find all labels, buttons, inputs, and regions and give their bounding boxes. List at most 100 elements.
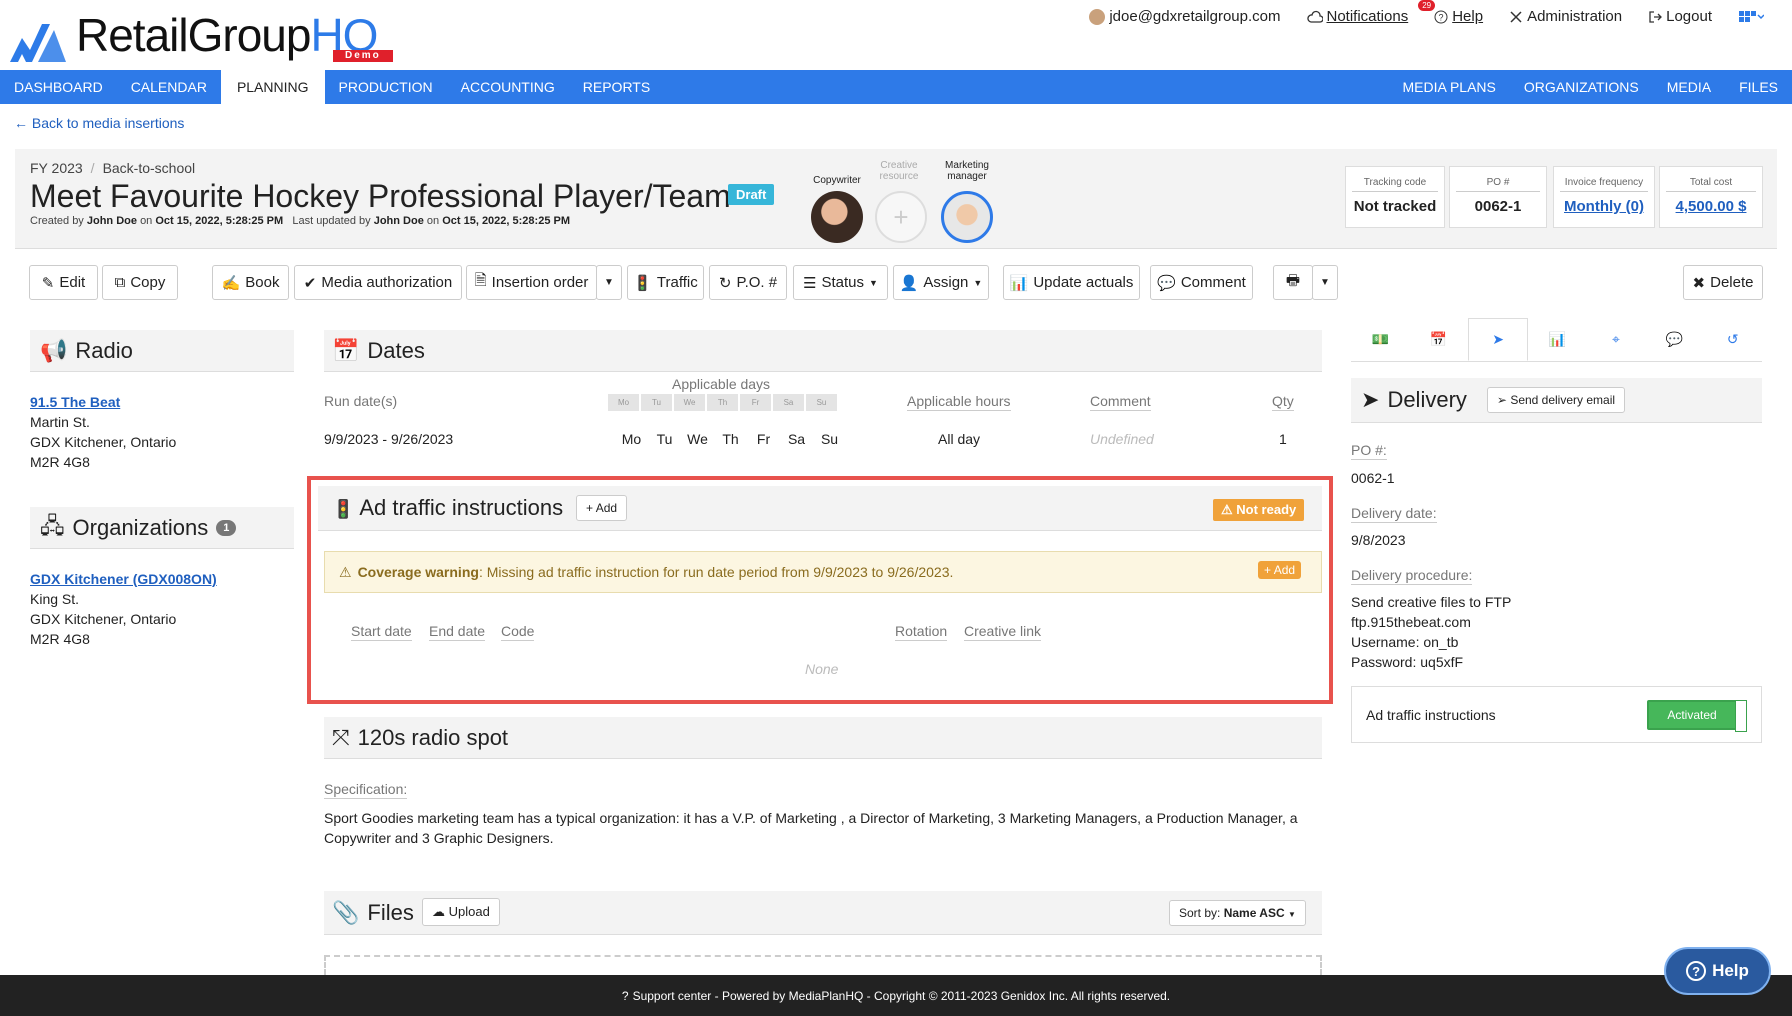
- help-floating-button[interactable]: ? Help: [1664, 947, 1771, 995]
- send-delivery-email-button[interactable]: ➢ Send delivery email: [1486, 387, 1626, 413]
- user-menu[interactable]: jdoe@gdxretailgroup.com: [1089, 8, 1281, 25]
- tab-money[interactable]: 💵: [1351, 318, 1409, 361]
- station-link[interactable]: 91.5 The Beat: [30, 392, 176, 412]
- marketing-manager-avatar[interactable]: [941, 191, 993, 243]
- demo-badge: Demo: [333, 50, 393, 62]
- cloud-upload-icon: ☁: [432, 904, 445, 919]
- upload-button[interactable]: ☁ Upload: [422, 898, 500, 926]
- add-coverage-button[interactable]: + Add: [1258, 561, 1302, 579]
- file-dropzone[interactable]: [324, 955, 1322, 975]
- applicable-hours-value: All day: [938, 431, 981, 447]
- breadcrumb: FY 2023/Back-to-school: [30, 160, 196, 176]
- document-icon: 🗎: [474, 272, 487, 289]
- pencil-icon: ✎: [41, 274, 55, 292]
- paper-plane-icon: ➢: [1496, 393, 1507, 407]
- comment-value: Undefined: [1090, 431, 1154, 447]
- book-button[interactable]: ✍ Book: [212, 265, 289, 300]
- copywriter-avatar[interactable]: [811, 191, 863, 243]
- warning-icon: ⚠: [1221, 502, 1233, 517]
- stat-invoice-frequency[interactable]: Invoice frequency Monthly (0): [1553, 166, 1655, 228]
- ad-traffic-toggle-label: Ad traffic instructions: [1366, 706, 1496, 723]
- caret-down-icon: ▼: [1320, 277, 1330, 288]
- notifications-link[interactable]: Notifications: [1306, 8, 1408, 25]
- tab-history[interactable]: ↺: [1704, 318, 1762, 361]
- breadcrumb-fy[interactable]: FY 2023: [30, 160, 83, 176]
- tab-delivery[interactable]: ➤: [1467, 318, 1529, 361]
- traffic-button[interactable]: 🚦 Traffic: [627, 265, 704, 300]
- media-authorization-button[interactable]: ✔ Media authorization: [294, 265, 462, 300]
- specification-label: Specification:: [324, 781, 408, 799]
- copy-button[interactable]: ⧉ Copy: [102, 265, 178, 300]
- nav-reports[interactable]: REPORTS: [569, 70, 664, 104]
- qty-value: 1: [1279, 431, 1287, 447]
- add-ad-traffic-button[interactable]: + Add: [576, 495, 628, 521]
- caret-down-icon: ▼: [604, 277, 614, 288]
- organization-link[interactable]: GDX Kitchener (GDX008ON): [30, 569, 217, 589]
- crosshair-icon: ⌖: [1611, 331, 1620, 347]
- nav-files[interactable]: FILES: [1725, 70, 1792, 104]
- stat-po-number: PO #0062-1: [1449, 166, 1547, 228]
- sort-dropdown[interactable]: Sort by: Name ASC ▼: [1169, 900, 1306, 926]
- nav-organizations[interactable]: ORGANIZATIONS: [1510, 70, 1653, 104]
- caret-down-icon: ▼: [1287, 910, 1296, 919]
- question-icon: ?: [1434, 10, 1448, 23]
- svg-text:?: ?: [1439, 12, 1444, 22]
- nav-calendar[interactable]: CALENDAR: [117, 70, 221, 104]
- logout-icon: [1649, 10, 1663, 23]
- copy-icon: ⧉: [114, 274, 126, 291]
- history-icon: ↺: [1726, 331, 1739, 347]
- stat-tracking-code: Tracking code Not tracked: [1345, 166, 1445, 228]
- radio-station-info: 91.5 The Beat Martin St. GDX Kitchener, …: [30, 392, 177, 470]
- print-dropdown[interactable]: ▼: [1312, 265, 1338, 300]
- po-number-button[interactable]: ↻ P.O. #: [709, 265, 787, 300]
- nav-dashboard[interactable]: DASHBOARD: [0, 70, 117, 104]
- paper-plane-icon: ➤: [1361, 387, 1380, 412]
- delete-button[interactable]: ✖ Delete: [1683, 265, 1763, 300]
- insertion-order-dropdown[interactable]: ▼: [596, 265, 622, 300]
- assign-dropdown[interactable]: 👤 Assign ▼: [893, 265, 989, 300]
- print-button[interactable]: 🖶: [1273, 265, 1313, 300]
- specification-text: Sport Goodies marketing team has a typic…: [324, 810, 1298, 846]
- col-creative-link: Creative link: [964, 623, 1042, 641]
- role-copywriter-label: Copywriter: [813, 175, 861, 186]
- nav-media-plans[interactable]: MEDIA PLANS: [1389, 70, 1510, 104]
- nav-media[interactable]: MEDIA: [1653, 70, 1725, 104]
- caret-down-icon: ▼: [973, 277, 983, 288]
- col-qty: Qty: [1272, 393, 1294, 411]
- warning-icon: ⚠: [339, 563, 352, 580]
- tab-comments[interactable]: 💬: [1645, 318, 1703, 361]
- top-links: jdoe@gdxretailgroup.com Notifications 29…: [1089, 0, 1764, 25]
- apps-menu[interactable]: [1738, 10, 1764, 24]
- tab-stats[interactable]: 📊: [1528, 318, 1586, 361]
- delivery-heading: ➤ Delivery ➢ Send delivery email: [1351, 378, 1762, 423]
- traffic-light-icon: 🚦: [633, 274, 652, 292]
- tab-target[interactable]: ⌖: [1587, 318, 1645, 361]
- comment-button[interactable]: 💬 Comment: [1150, 265, 1253, 300]
- update-actuals-button[interactable]: 📊 Update actuals: [1003, 265, 1140, 300]
- administration-link[interactable]: Administration: [1509, 8, 1622, 25]
- status-dropdown[interactable]: ☰ Status ▼: [793, 265, 888, 300]
- footer: ? Support center - Powered by MediaPlanHQ…: [0, 975, 1792, 1016]
- footer-text[interactable]: Support center - Powered by MediaPlanHQ …: [633, 989, 1171, 1003]
- stat-total-cost[interactable]: Total cost 4,500.00 $: [1659, 166, 1763, 228]
- breadcrumb-campaign[interactable]: Back-to-school: [103, 160, 196, 176]
- back-link[interactable]: ← Back to media insertions: [14, 115, 184, 131]
- paper-plane-icon: ➤: [1492, 331, 1504, 347]
- nav-planning[interactable]: PLANNING: [220, 70, 325, 104]
- nav-production[interactable]: PRODUCTION: [325, 70, 447, 104]
- check-circle-icon: ✔: [303, 274, 317, 292]
- edit-button[interactable]: ✎ Edit: [29, 265, 98, 300]
- empty-ad-traffic: None: [805, 661, 839, 677]
- user-icon: 👤: [899, 274, 919, 292]
- help-link[interactable]: 29? Help: [1418, 0, 1483, 25]
- insertion-order-button[interactable]: 🗎 Insertion order: [466, 265, 597, 300]
- book-icon: ✍: [221, 274, 241, 292]
- logout-link[interactable]: Logout: [1648, 8, 1712, 25]
- add-creative-resource-button[interactable]: +: [875, 191, 927, 243]
- nav-accounting[interactable]: ACCOUNTING: [447, 70, 569, 104]
- org-chart-icon: 🖧: [40, 512, 65, 538]
- dates-heading: 📅 Dates: [324, 330, 1322, 372]
- ad-traffic-toggle[interactable]: Activated: [1647, 699, 1747, 732]
- col-end-date: End date: [429, 623, 486, 641]
- tab-calendar[interactable]: 📅: [1409, 318, 1467, 361]
